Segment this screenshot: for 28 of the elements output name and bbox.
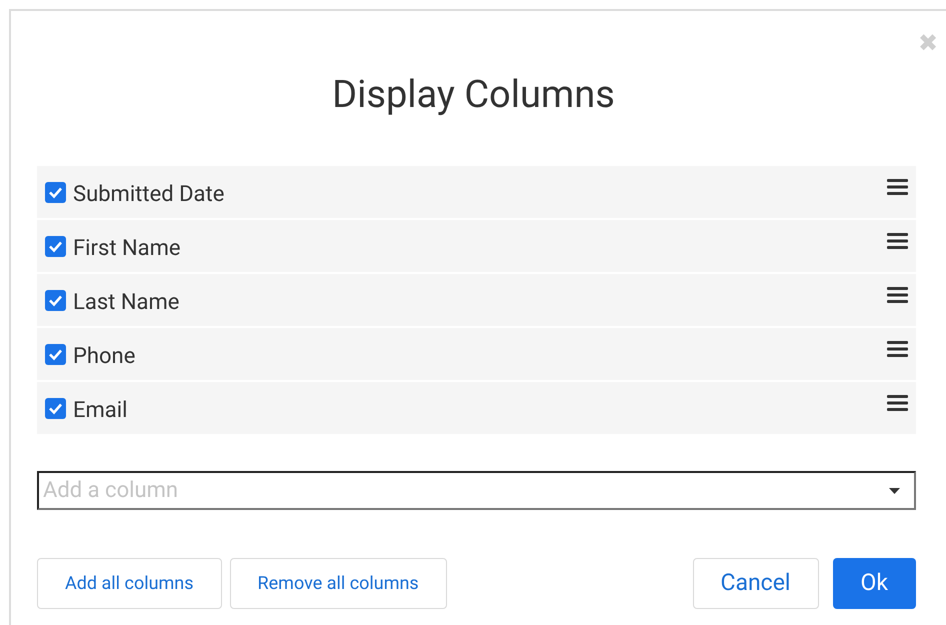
column-label: Submitted Date [73,180,224,208]
column-row[interactable]: Phone [37,328,916,380]
column-label: First Name [73,234,181,262]
column-row[interactable]: Last Name [37,274,916,326]
cancel-button[interactable]: Cancel [692,558,819,609]
add-column-input[interactable]: Add a column [43,474,889,507]
toolbar-button[interactable]: Remove all columns [230,558,447,609]
checkbox[interactable] [45,182,66,202]
ok-button[interactable]: Ok [832,558,916,609]
dropdown-caret-icon [889,488,900,494]
drag-handle-icon[interactable] [887,232,908,250]
add-column-select[interactable]: Add a column [37,471,916,510]
drag-handle-icon[interactable] [887,178,908,196]
column-row[interactable]: Submitted Date [37,166,916,218]
column-label: Last Name [73,288,180,316]
toolbar-button[interactable]: Add all columns [37,558,222,609]
checkbox[interactable] [45,344,66,364]
column-row[interactable]: First Name [37,220,916,272]
checkbox[interactable] [45,290,66,310]
column-row[interactable]: Email [37,382,916,434]
checkbox[interactable] [45,398,66,418]
drag-handle-icon[interactable] [887,340,908,358]
drag-handle-icon[interactable] [887,286,908,304]
drag-handle-icon[interactable] [887,394,908,412]
dialog-title: Display Columns [331,72,616,119]
checkbox[interactable] [45,236,66,256]
column-label: Phone [73,342,136,370]
column-label: Email [73,396,128,424]
